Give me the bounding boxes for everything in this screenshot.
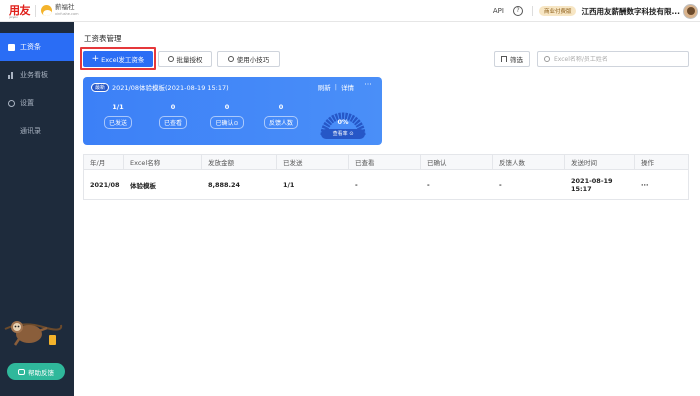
sloth-mascot-illustration [4,321,63,346]
help-icon[interactable]: ? [512,6,523,16]
batch-authorize-button[interactable]: 批量授权 [158,51,212,67]
brand-text: 薪福社 [55,2,75,11]
plan-badge: 商业付费版 [538,6,577,16]
table-cell: 2021/08 [90,180,120,189]
table-cell: 体验模板 [130,181,156,190]
row-more-actions-icon[interactable]: ··· [635,170,688,199]
search-input[interactable] [554,55,684,63]
table-cell: - [427,180,430,189]
user-avatar[interactable] [683,3,698,19]
stat-label: 已发送 [103,116,132,129]
help-feedback-label: 帮助反馈 [28,368,54,377]
plus-icon: + [91,53,100,64]
excel-send-payslip-button[interactable]: + Excel发工资条 [83,51,153,67]
more-icon[interactable]: ··· [357,80,379,89]
yonyou-logo[interactable]: 用友 yonyou [9,2,31,19]
sidebar-item-label: 业务看板 [20,71,48,79]
stat-value: 0 [278,103,284,111]
table-header-cell: Excel名称 [124,155,202,169]
button-label: 使用小技巧 [236,56,270,64]
search-icon [544,56,550,62]
chart-icon [8,71,15,79]
card-title: 2021/08体验模板(2021-08-19 15:17) [112,84,229,92]
table-cell: 8,888.24 [208,180,241,189]
brand-subtext: xinfushe.com [55,11,79,16]
divider: | [334,83,337,91]
sidebar-item-dashboard[interactable]: 业务看板 [0,61,74,89]
sidebar-item-contacts[interactable]: 通讯录 [0,117,74,145]
top-bar: 用友 yonyou 薪福社 xinfushe.com API ? 商业付费版 江… [0,0,700,22]
search-field[interactable] [537,51,689,67]
view-rate-value: 0% [337,118,349,126]
table-header-row: 年/月 Excel名称 发放金额 已发送 已查看 已确认 反馈人数 发送时间 操… [84,155,688,170]
button-label: 批量授权 [176,56,203,64]
page-title: 工资表管理 [84,34,122,43]
smile-icon [227,56,234,62]
help-feedback-button[interactable]: 帮助反馈 [7,363,65,380]
xinfushe-logo-icon [41,5,52,16]
table-row[interactable]: 2021/08 体验模板 8,888.24 1/1 - - - 2021-08-… [84,170,688,199]
filter-button[interactable]: 筛选 [494,51,530,67]
sidebar-item-payslip[interactable]: 工资条 [0,33,74,61]
sidebar-item-label: 通讯录 [20,127,41,135]
stat-label: 已确认⊙ [210,116,244,129]
stat-sent: 1/1 已发送 [98,103,138,129]
table-header-cell: 反馈人数 [493,155,565,169]
grid-icon [8,43,15,51]
stat-value: 0 [170,103,176,111]
button-label: Excel发工资条 [101,56,145,64]
divider [531,6,533,16]
table-cell: - [355,180,358,189]
button-label: 筛选 [510,56,523,64]
stat-feedback: 0 反馈人数 [261,103,301,129]
stat-confirmed: 0 已确认⊙ [207,103,247,129]
chat-icon [18,368,25,375]
stat-label: 已查看 [158,116,187,129]
usage-tips-button[interactable]: 使用小技巧 [217,51,280,67]
sidebar: 工资条 业务看板 设置 通讯录 帮助反馈 [0,22,74,396]
payslip-table: 年/月 Excel名称 发放金额 已发送 已查看 已确认 反馈人数 发送时间 操… [83,154,689,200]
main-content: 工资表管理 + Excel发工资条 批量授权 使用小技巧 筛选 最新 2021/… [74,22,700,396]
refresh-link[interactable]: 刷新 [318,82,331,92]
table-cell: - [499,180,502,189]
table-header-cell: 已发送 [277,155,349,169]
table-header-cell: 发送时间 [565,155,635,169]
details-link[interactable]: 详情 [341,82,354,92]
new-badge: 最新 [91,82,110,92]
stat-label: 反馈人数 [263,116,298,129]
sidebar-item-label: 设置 [20,99,34,107]
table-cell: 1/1 [283,180,295,189]
stat-value: 1/1 [112,103,124,111]
user-icon [167,56,174,62]
filter-icon [501,56,507,62]
logo-divider [35,4,36,17]
table-header-cell: 已查看 [349,155,421,169]
table-header-cell: 操作 [641,159,654,167]
sidebar-item-label: 工资条 [20,43,41,51]
stat-viewed: 0 已查看 [153,103,193,129]
table-cell: 2021-08-19 15:17 [571,176,613,193]
table-header-cell: 发放金额 [202,155,277,169]
table-header-cell: 年/月 [84,155,124,169]
sidebar-item-settings[interactable]: 设置 [0,89,74,117]
table-header-cell: 已确认 [421,155,493,169]
stat-value: 0 [224,103,230,111]
api-link[interactable]: API [493,7,504,15]
gear-icon [8,99,15,107]
company-name[interactable]: 江西用友薪酬数字科技有限... [581,6,680,17]
xinfushe-logo[interactable]: 薪福社 xinfushe.com [41,2,79,18]
latest-payslip-card[interactable]: 最新 2021/08体验模板(2021-08-19 15:17) 刷新 | 详情… [83,77,382,145]
view-rate-label: 查看率 ⊙ [321,129,365,139]
